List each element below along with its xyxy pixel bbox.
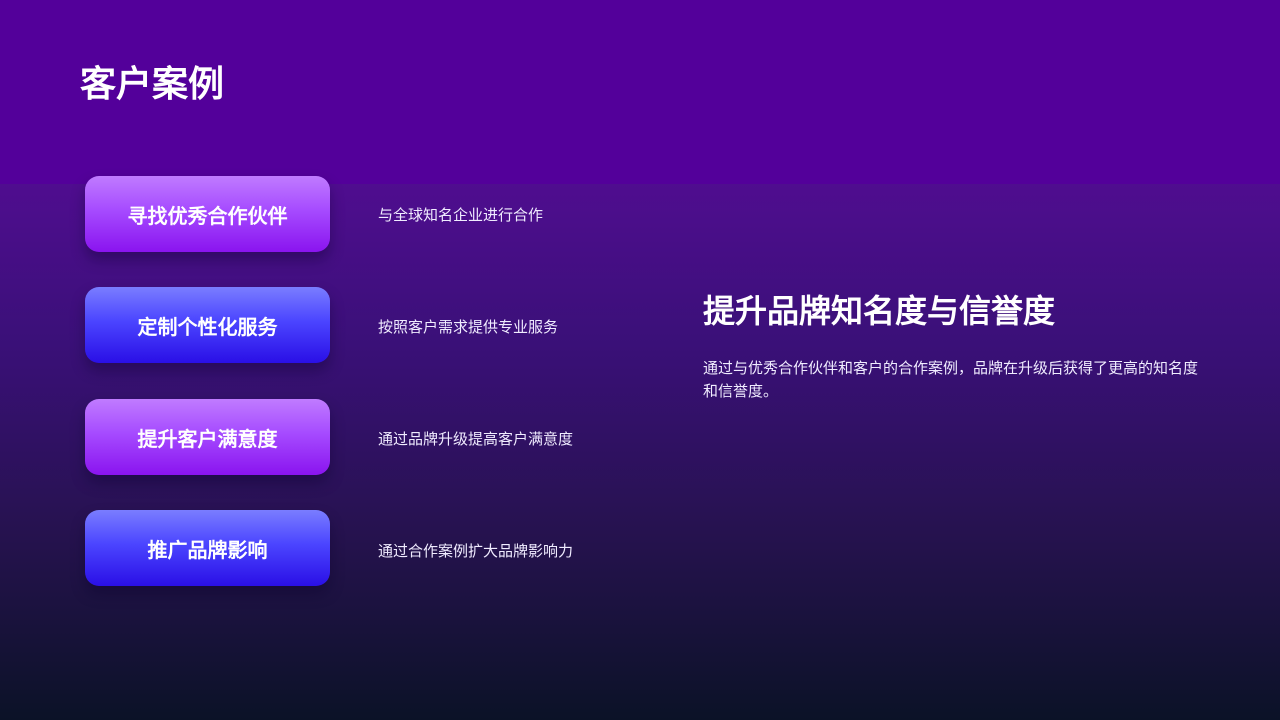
feature-title: 提升品牌知名度与信誉度 [703,292,1056,330]
item-button-custom-service[interactable]: 定制个性化服务 [85,287,330,363]
item-description-satisfaction: 通过品牌升级提高客户满意度 [378,430,574,448]
feature-body: 通过与优秀合作伙伴和客户的合作案例，品牌在升级后获得了更高的知名度和信誉度。 [703,359,1199,400]
page-title: 客户案例 [80,64,225,105]
item-description-brand-promotion: 通过合作案例扩大品牌影响力 [378,542,574,560]
item-button-partners[interactable]: 寻找优秀合作伙伴 [85,176,330,252]
item-button-brand-promotion[interactable]: 推广品牌影响 [85,510,330,586]
item-description-custom-service: 按照客户需求提供专业服务 [378,318,559,336]
item-description-partners: 与全球知名企业进行合作 [378,206,544,224]
item-button-satisfaction[interactable]: 提升客户满意度 [85,399,330,475]
slide: 客户案例 寻找优秀合作伙伴 与全球知名企业进行合作 定制个性化服务 按照客户需求… [0,0,1280,720]
